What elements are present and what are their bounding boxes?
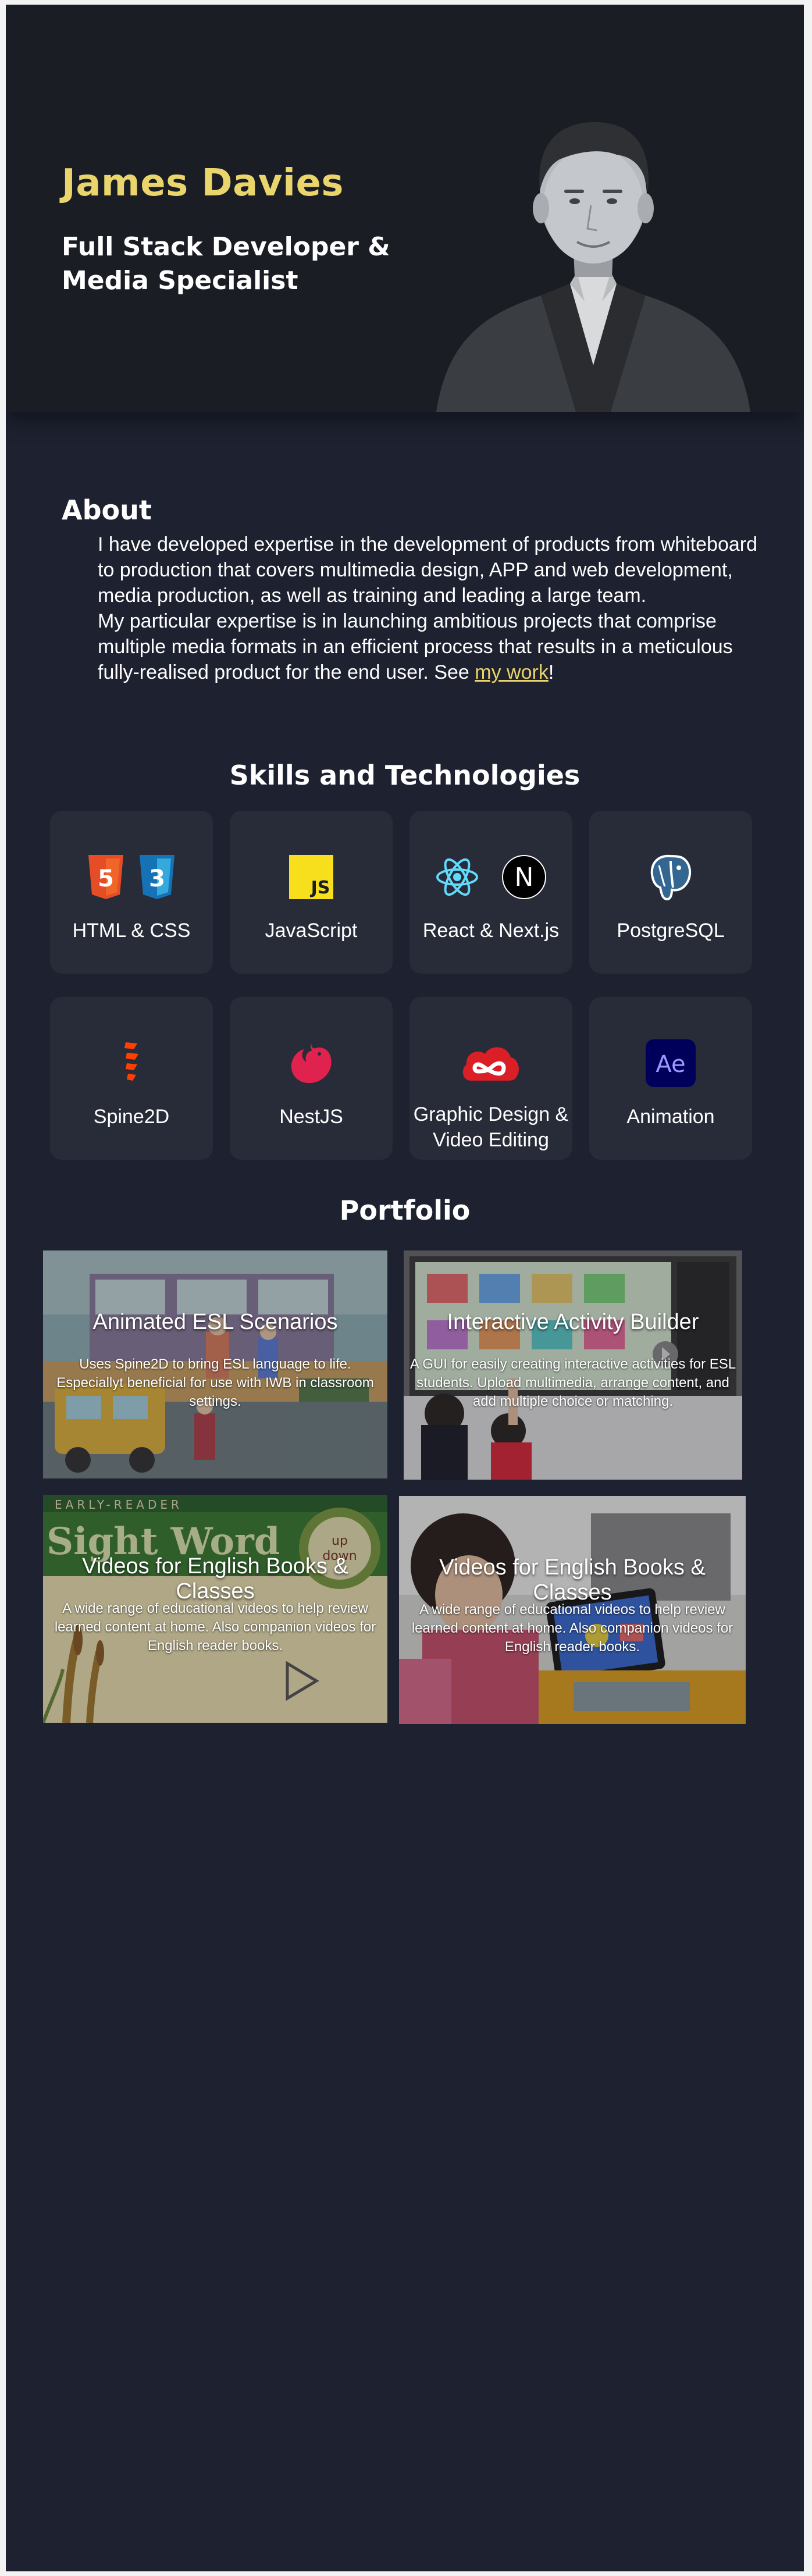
skill-card-postgresql: PostgreSQL bbox=[589, 811, 752, 974]
my-work-link[interactable]: my work bbox=[475, 661, 549, 683]
css3-icon: 3 bbox=[140, 855, 174, 899]
html5-icon-text: 5 bbox=[98, 865, 114, 892]
skill-label-javascript: JavaScript bbox=[265, 920, 358, 942]
skills-heading: Skills and Technologies bbox=[229, 760, 580, 791]
portfolio-desc-animated-esl: Uses Spine2D to bring ESL language to li… bbox=[56, 1356, 374, 1409]
skill-label-graphic-design: Graphic Design & Video Editing bbox=[413, 1103, 569, 1151]
skill-label-spine2d: Spine2D bbox=[93, 1106, 170, 1128]
skill-card-nestjs: NestJS bbox=[230, 997, 393, 1160]
spine2d-icon bbox=[124, 1042, 138, 1081]
skill-label-animation: Animation bbox=[626, 1106, 715, 1128]
skills-grid: 5 3 HTML & CSS JS JavaScript N React & N… bbox=[50, 811, 764, 1160]
skill-label-nestjs: NestJS bbox=[279, 1106, 343, 1128]
skill-card-javascript: JS JavaScript bbox=[230, 811, 393, 974]
portfolio-title-videos-books: Videos for English Books & Classes bbox=[82, 1554, 348, 1604]
portfolio-title-activity-builder: Interactive Activity Builder bbox=[447, 1310, 699, 1334]
skill-label-react-next: React & Next.js bbox=[422, 920, 560, 942]
about-paragraph-2-text: My particular expertise is in launching … bbox=[98, 610, 733, 683]
skill-card-html-css: 5 3 HTML & CSS bbox=[50, 811, 213, 974]
portfolio-item-activity-builder[interactable]: Interactive Activity Builder A GUI for e… bbox=[404, 1250, 742, 1480]
portrait-image bbox=[436, 122, 750, 412]
portfolio-desc-activity-builder: A GUI for easily creating interactive ac… bbox=[409, 1356, 736, 1409]
skill-card-react-next: N React & Next.js bbox=[409, 811, 572, 974]
javascript-icon-text: JS bbox=[310, 878, 330, 898]
nestjs-icon bbox=[291, 1043, 332, 1084]
postgresql-icon bbox=[650, 854, 692, 901]
nextjs-icon: N bbox=[502, 855, 546, 899]
page: James Davies Full Stack Developer & Medi… bbox=[6, 5, 804, 2571]
skill-card-animation: Ae Animation bbox=[589, 997, 752, 1160]
about-heading: About bbox=[62, 494, 152, 526]
skill-card-graphic-design: Graphic Design & Video Editing bbox=[409, 997, 572, 1160]
about-paragraph-2: My particular expertise is in launching … bbox=[98, 608, 761, 685]
portfolio-item-animated-esl[interactable]: Animated ESL Scenarios Uses Spine2D to b… bbox=[43, 1250, 387, 1478]
hero-name: James Davies bbox=[62, 162, 344, 205]
html5-icon: 5 bbox=[88, 855, 123, 899]
nextjs-icon-text: N bbox=[515, 863, 534, 892]
react-icon bbox=[436, 858, 478, 896]
about-paragraph-1: I have developed expertise in the develo… bbox=[98, 533, 758, 607]
portfolio-heading: Portfolio bbox=[339, 1195, 471, 1226]
portfolio-item-videos-books[interactable]: EARLY-READER Sight Word up down Videos f… bbox=[43, 1495, 387, 1723]
portfolio-item-videos-classes[interactable]: Videos for English Books & Classes A wid… bbox=[399, 1496, 746, 1724]
portfolio-desc-videos-classes: A wide range of educational videos to he… bbox=[411, 1602, 733, 1655]
javascript-icon: JS bbox=[289, 855, 333, 899]
about-paragraph-2-end: ! bbox=[548, 661, 554, 683]
skill-label-html-css: HTML & CSS bbox=[72, 920, 191, 942]
portfolio-title-videos-classes: Videos for English Books & Classes bbox=[439, 1555, 706, 1605]
portfolio-desc-videos-books: A wide range of educational videos to he… bbox=[54, 1601, 376, 1654]
creative-cloud-icon bbox=[462, 1047, 519, 1081]
hero-title: Full Stack Developer & Media Specialist bbox=[62, 232, 390, 295]
about-body: I have developed expertise in the develo… bbox=[98, 532, 761, 685]
skill-label-postgresql: PostgreSQL bbox=[617, 920, 725, 942]
portfolio-title-animated-esl: Animated ESL Scenarios bbox=[92, 1310, 338, 1334]
css3-icon-text: 3 bbox=[149, 865, 165, 892]
skill-card-spine2d: Spine2D bbox=[50, 997, 213, 1160]
after-effects-icon: Ae bbox=[646, 1039, 696, 1087]
hero-section: James Davies Full Stack Developer & Medi… bbox=[6, 5, 804, 412]
after-effects-icon-text: Ae bbox=[656, 1051, 685, 1078]
